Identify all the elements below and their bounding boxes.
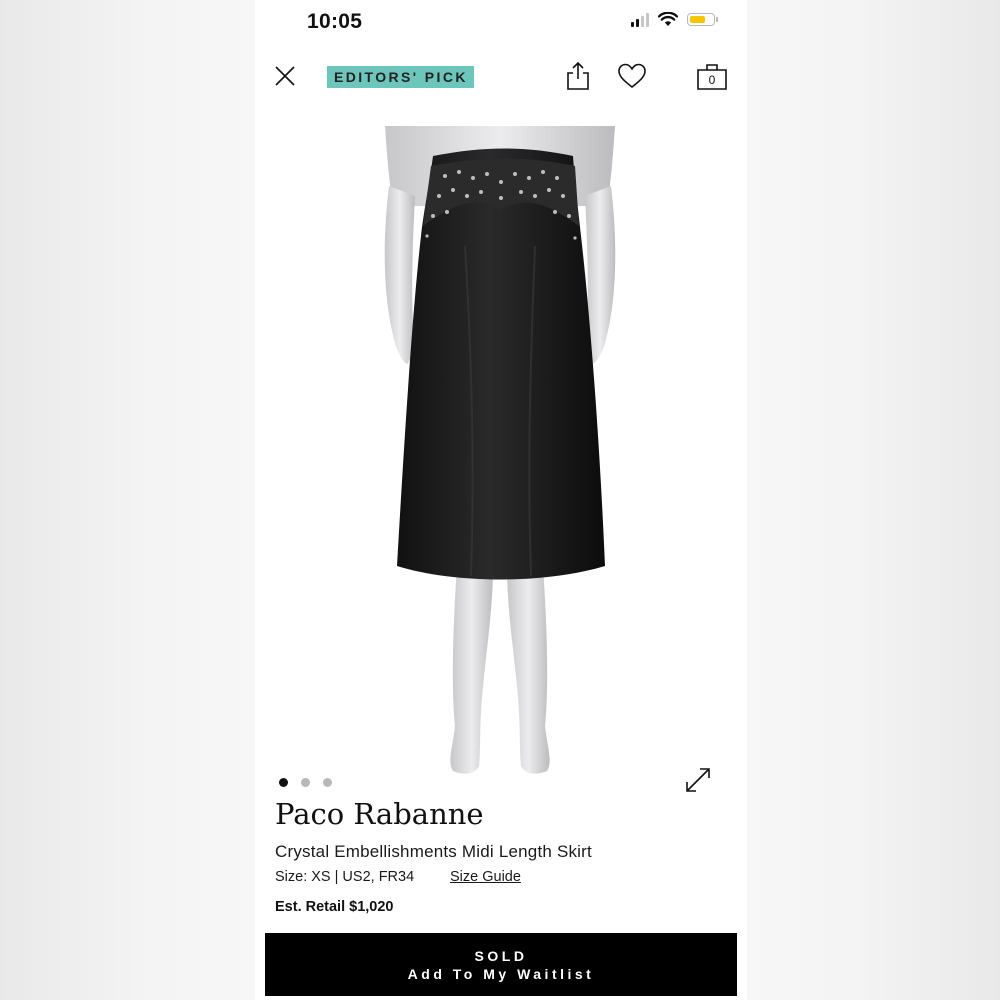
carousel-dots bbox=[279, 778, 332, 787]
shopping-bag-button[interactable]: 0 bbox=[695, 60, 729, 92]
sold-label: SOLD bbox=[474, 948, 528, 964]
bag-count: 0 bbox=[708, 73, 716, 87]
battery-icon bbox=[687, 13, 718, 26]
wifi-icon bbox=[658, 12, 678, 26]
expand-icon[interactable] bbox=[683, 765, 713, 795]
waitlist-label: Add To My Waitlist bbox=[407, 966, 595, 982]
product-name: Crystal Embellishments Midi Length Skirt bbox=[275, 842, 592, 861]
background-left bbox=[0, 0, 255, 1000]
carousel-dot-3[interactable] bbox=[323, 778, 332, 787]
product-brand: Paco Rabanne bbox=[275, 797, 484, 831]
heart-icon[interactable] bbox=[617, 62, 647, 90]
editors-pick-badge: EDITORS' PICK bbox=[327, 66, 474, 88]
size-guide-link[interactable]: Size Guide bbox=[450, 869, 521, 885]
product-size: Size: XS | US2, FR34 bbox=[275, 869, 415, 885]
cellular-signal-icon bbox=[631, 12, 649, 27]
share-icon[interactable] bbox=[565, 60, 591, 92]
estimated-retail: Est. Retail $1,020 bbox=[275, 899, 394, 915]
product-image[interactable] bbox=[375, 126, 625, 778]
phone-screen: 10:05 EDITORS' PICK 0 Paco Rabanne Cryst… bbox=[255, 0, 747, 1000]
status-icons bbox=[631, 12, 718, 27]
status-time: 10:05 bbox=[307, 10, 363, 33]
carousel-dot-2[interactable] bbox=[301, 778, 310, 787]
close-icon[interactable] bbox=[273, 64, 297, 88]
add-to-waitlist-button[interactable]: SOLD Add To My Waitlist bbox=[265, 933, 737, 996]
background-right bbox=[747, 0, 1000, 1000]
carousel-dot-1[interactable] bbox=[279, 778, 288, 787]
